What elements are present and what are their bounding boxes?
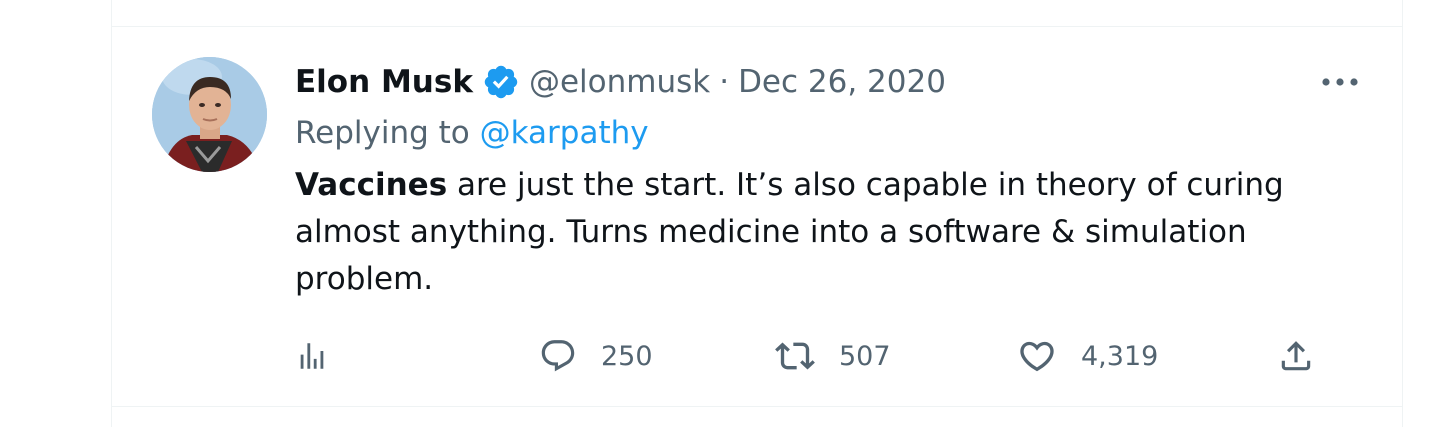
like-button[interactable]: 4,319 [1017,332,1158,380]
replying-to-handle[interactable]: @karpathy [480,115,649,151]
divider-bottom [112,406,1402,407]
reply-icon [541,340,575,372]
tweet-card[interactable]: Elon Musk @elonmusk · Dec 26, 2020 Reply… [111,0,1403,427]
retweet-count: 507 [839,340,891,372]
tweet-text-line-3: problem. [295,261,434,297]
tweet-text-line-1-rest: are just the start. It’s also capable in… [447,167,1284,203]
tweet-text-line-1: Vaccines are just the start. It’s also c… [295,162,1355,209]
author-display-name[interactable]: Elon Musk [295,64,473,100]
more-options-icon[interactable] [1319,72,1361,92]
heart-icon [1020,341,1054,372]
avatar-photo [152,57,267,172]
tweet-date[interactable]: Dec 26, 2020 [738,64,946,100]
reply-button[interactable]: 250 [539,332,653,380]
like-count: 4,319 [1081,340,1159,372]
divider-top [112,26,1402,27]
verified-badge-icon [482,63,520,101]
tweet-text: Vaccines are just the start. It’s also c… [295,162,1355,303]
header-separator: · [719,64,730,100]
tweet-header: Elon Musk @elonmusk · Dec 26, 2020 [295,57,946,107]
analytics-button[interactable] [295,332,329,380]
author-handle[interactable]: @elonmusk [529,64,710,100]
analytics-icon [300,343,324,369]
reply-count: 250 [601,340,653,372]
retweet-button[interactable]: 507 [775,332,891,380]
replying-to-label: Replying to [295,115,470,151]
avatar[interactable] [152,57,267,172]
share-button[interactable] [1277,332,1315,380]
share-icon [1281,341,1311,371]
tweet-text-line-2: almost anything. Turns medicine into a s… [295,214,1247,250]
replying-to: Replying to @karpathy [295,111,649,155]
tweet-text-bold: Vaccines [295,167,448,203]
tweet-actions: 250 507 4,319 [295,332,1311,380]
retweet-icon [775,342,815,370]
